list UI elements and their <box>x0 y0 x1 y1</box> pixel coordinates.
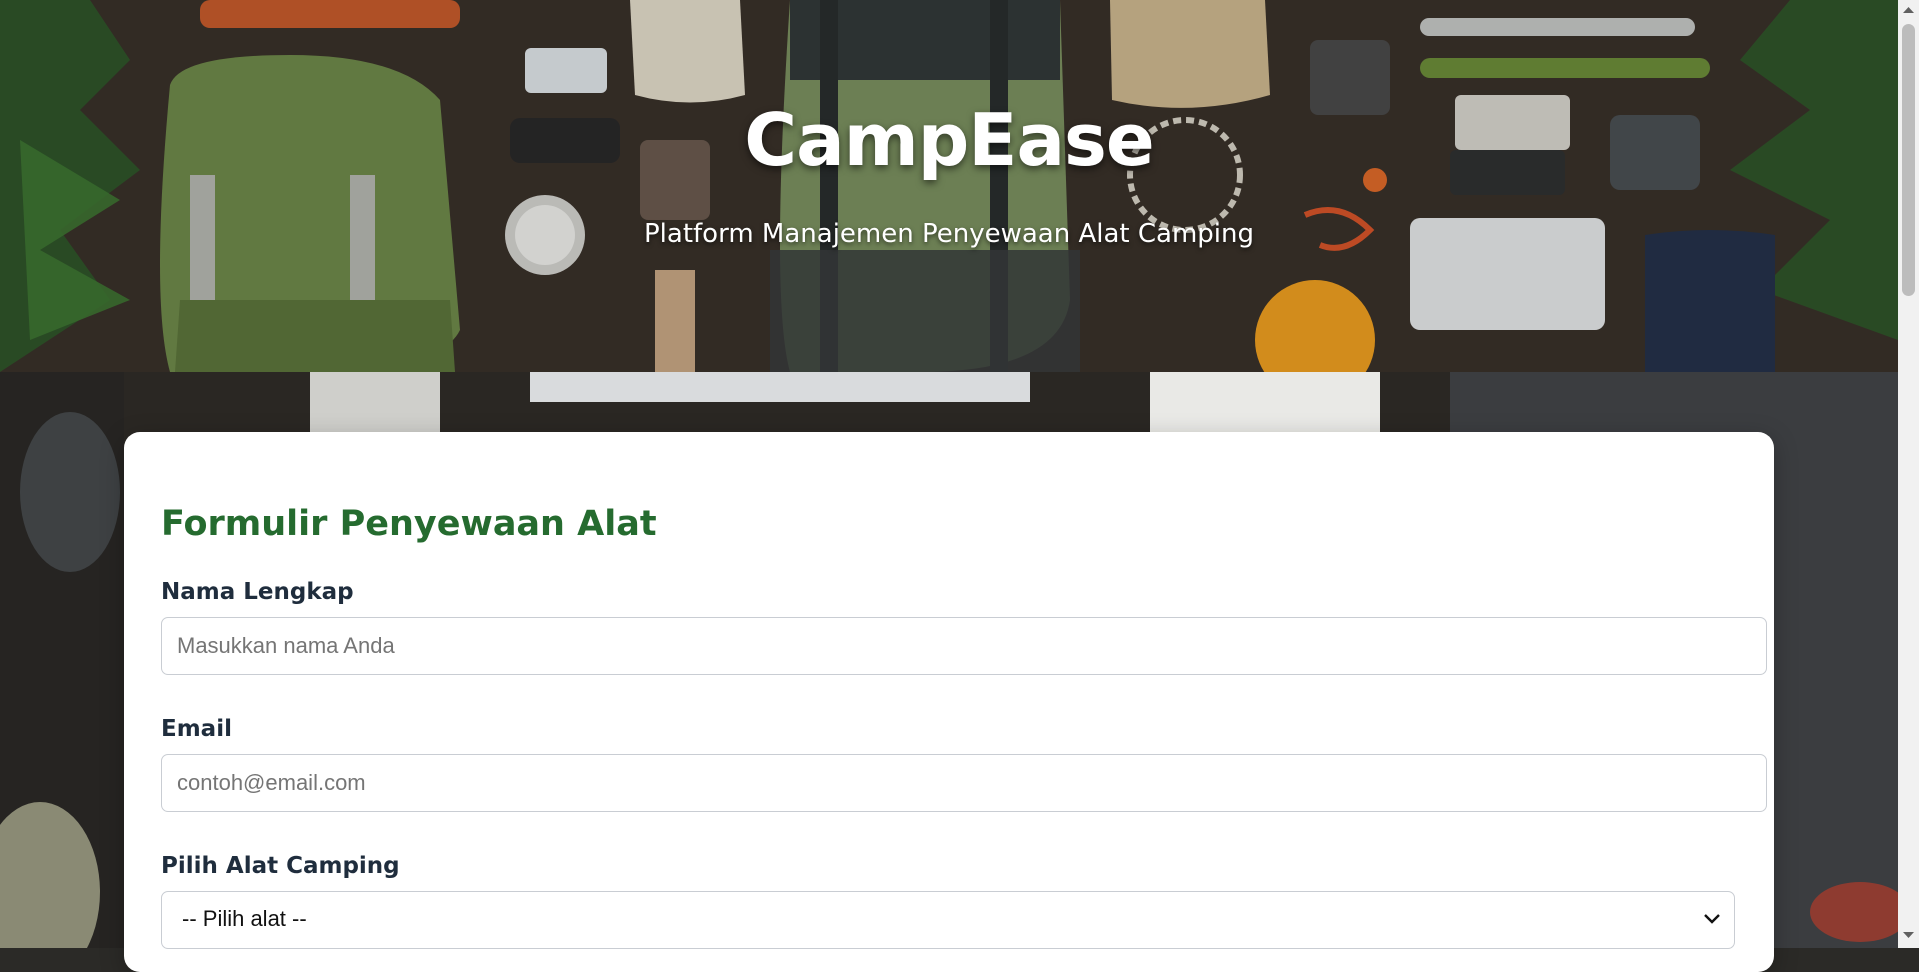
app-subtitle: Platform Manajemen Penyewaan Alat Campin… <box>644 219 1254 249</box>
equipment-select[interactable]: -- Pilih alat -- <box>161 891 1735 949</box>
chevron-down-icon <box>1704 914 1720 924</box>
form-title: Formulir Penyewaan Alat <box>161 504 657 544</box>
hero-overlay <box>0 0 1898 372</box>
app-title: CampEase <box>744 98 1154 182</box>
rental-form-card: Formulir Penyewaan Alat Nama Lengkap Ema… <box>124 432 1774 972</box>
scrollbar-thumb[interactable] <box>1902 24 1915 296</box>
email-label: Email <box>161 716 232 742</box>
equipment-select-value: -- Pilih alat -- <box>182 906 307 931</box>
email-input[interactable] <box>161 754 1767 812</box>
name-input[interactable] <box>161 617 1767 675</box>
equipment-label: Pilih Alat Camping <box>161 853 400 879</box>
scroll-up-arrow-icon[interactable] <box>1903 6 1914 14</box>
hero-banner: CampEase Platform Manajemen Penyewaan Al… <box>0 0 1898 372</box>
name-label: Nama Lengkap <box>161 579 354 605</box>
vertical-scrollbar[interactable] <box>1898 0 1919 948</box>
scroll-down-arrow-icon[interactable] <box>1903 931 1914 939</box>
